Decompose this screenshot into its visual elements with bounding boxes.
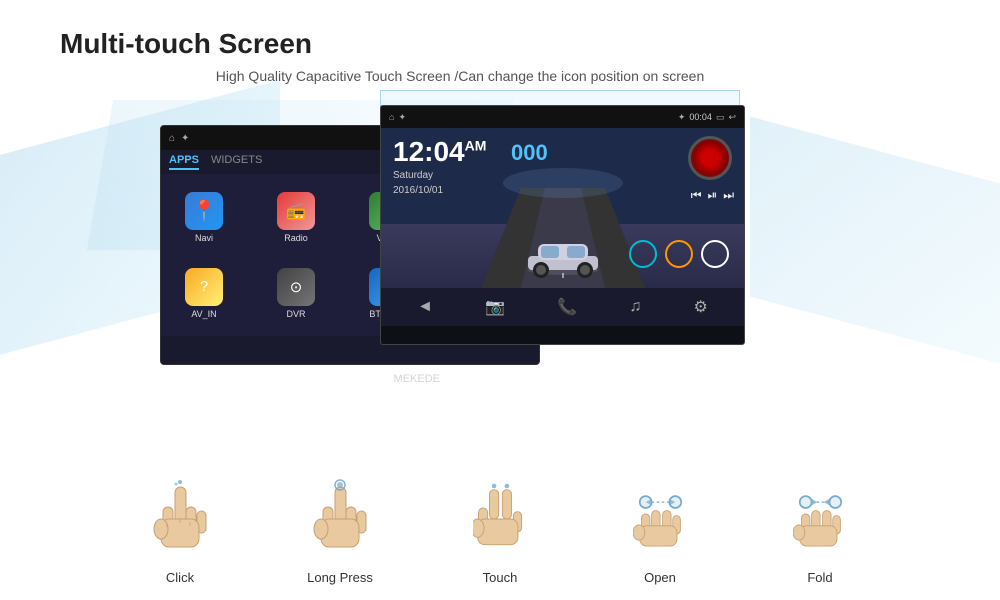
dash-time: 00:04 (689, 112, 712, 122)
long-press-hand-icon (305, 474, 375, 564)
dashboard-screen: ⌂ ✦ ✦ 00:04 ▭ ↩ (380, 105, 745, 345)
click-hand-svg (153, 479, 208, 559)
wifi-icon: ✦ (181, 133, 189, 144)
open-label: Open (644, 570, 676, 585)
circle-white (701, 240, 729, 268)
music-icon[interactable]: ♫ (629, 298, 641, 316)
dash-bt-icon: ✦ (678, 112, 686, 123)
gesture-long-press: Long Press (305, 474, 375, 585)
car-silhouette (523, 228, 603, 283)
dash-wifi-icon: ✦ (398, 112, 406, 123)
dashboard-main: 12:04AM Saturday 2016/10/01 000 ⏮ ⏯ ⏭ (381, 128, 744, 288)
play-icon[interactable]: ⏯ (708, 188, 718, 203)
open-hand-icon (625, 474, 695, 564)
freq-display: 000 (511, 140, 548, 166)
settings-icon[interactable]: ⚙ (694, 297, 708, 317)
circle-cyan (629, 240, 657, 268)
subtitle-text: High Quality Capacitive Touch Screen /Ca… (110, 68, 810, 84)
media-controls: ⏮ ⏯ ⏭ (691, 188, 734, 203)
title-section: Multi-touch Screen High Quality Capaciti… (60, 28, 810, 84)
nav-arrow-icon[interactable]: ◄ (417, 298, 433, 316)
dashboard-screen-wrapper: ⌂ ✦ ✦ 00:04 ▭ ↩ (380, 105, 745, 345)
dash-back: ↩ (728, 112, 736, 123)
home-icon: ⌂ (169, 133, 175, 144)
touch-hand-icon (465, 474, 535, 564)
dashboard-topbar: ⌂ ✦ ✦ 00:04 ▭ ↩ (381, 106, 744, 128)
gestures-section: Click L (100, 474, 900, 585)
click-hand-icon (145, 474, 215, 564)
screens-container: ⌂ ✦ ✦ 00:04 ▭ ↩ APPS WIDGETS 📍 Navi 📻 (160, 105, 840, 425)
touch-label: Touch (483, 570, 518, 585)
indicator-circles (629, 240, 729, 268)
fold-label: Fold (807, 570, 832, 585)
app-navi[interactable]: 📍 Navi (169, 182, 239, 252)
watermark-text: MEKEDE (394, 373, 440, 385)
phone-icon[interactable]: 📞 (557, 297, 577, 317)
dash-home-icon: ⌂ (389, 112, 394, 122)
time-display: 12:04AM (393, 138, 486, 166)
app-dvr[interactable]: ⊙ DVR (261, 258, 331, 328)
app-radio[interactable]: 📻 Radio (261, 182, 331, 252)
fold-hand-icon (785, 474, 855, 564)
gesture-click: Click (145, 474, 215, 585)
open-hand-svg (633, 479, 688, 559)
long-press-label: Long Press (307, 570, 373, 585)
long-press-hand-svg (313, 479, 368, 559)
gesture-fold: Fold (785, 474, 855, 585)
tab-apps[interactable]: APPS (169, 154, 199, 170)
camera-icon[interactable]: 📷 (485, 297, 505, 317)
touch-hand-svg (473, 479, 528, 559)
time-block: 12:04AM Saturday 2016/10/01 (393, 138, 486, 196)
tab-widgets[interactable]: WIDGETS (211, 154, 262, 170)
gesture-touch: Touch (465, 474, 535, 585)
music-disc (688, 136, 732, 180)
circle-orange (665, 240, 693, 268)
prev-icon[interactable]: ⏮ (691, 188, 702, 203)
gesture-open: Open (625, 474, 695, 585)
app-avin[interactable]: ? AV_IN (169, 258, 239, 328)
click-label: Click (166, 570, 194, 585)
page-container: Multi-touch Screen High Quality Capaciti… (0, 0, 1000, 600)
date-saturday: Saturday (393, 170, 486, 181)
date-full: 2016/10/01 (393, 185, 486, 196)
dash-battery: ▭ (716, 112, 725, 123)
next-icon[interactable]: ⏭ (723, 188, 734, 203)
fold-hand-svg (793, 479, 848, 559)
main-title: Multi-touch Screen (60, 28, 810, 60)
dashboard-bottombar: ◄ 📷 📞 ♫ ⚙ (381, 288, 744, 326)
